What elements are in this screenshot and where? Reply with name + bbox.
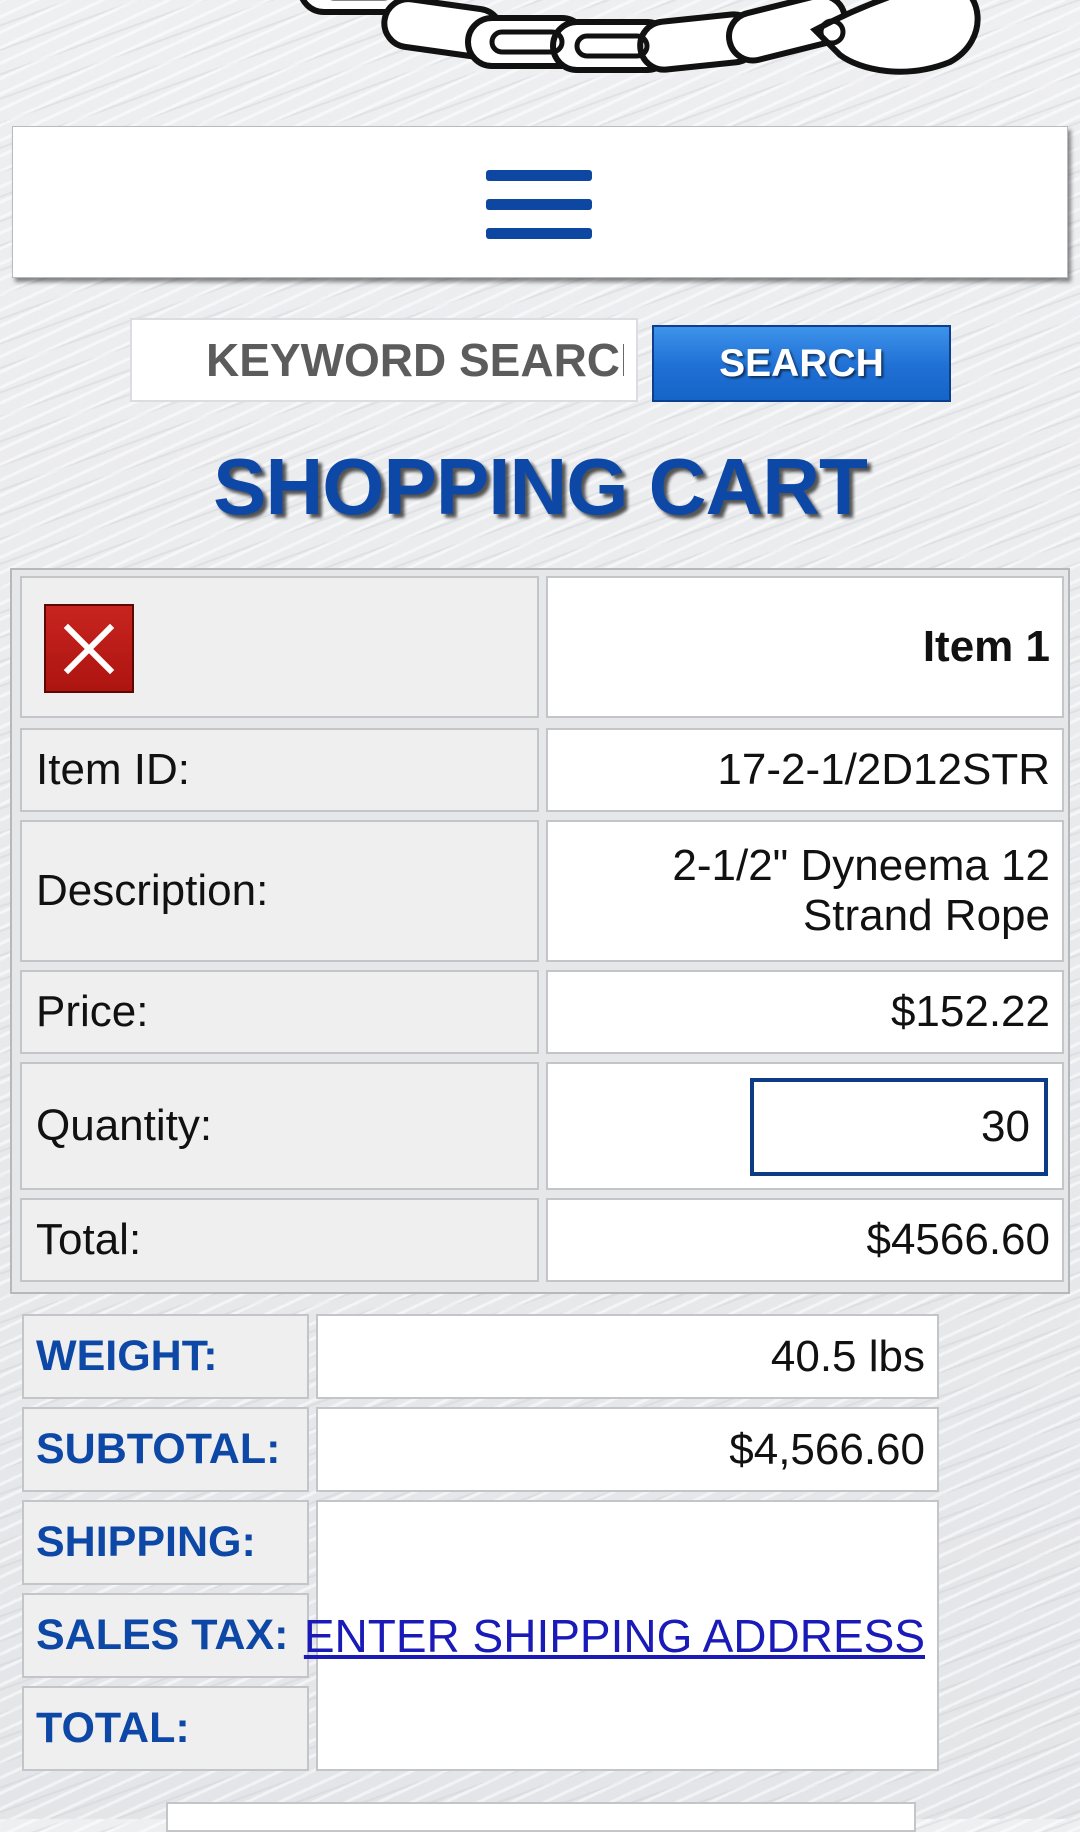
weight-value-cell: 40.5 lbs xyxy=(316,1314,939,1399)
item-heading: Item 1 xyxy=(922,622,1050,671)
remove-cell xyxy=(20,576,539,718)
weight-label: WEIGHT: xyxy=(36,1332,218,1380)
item-total-label-cell: Total: xyxy=(20,1198,539,1282)
hamburger-menu-icon[interactable] xyxy=(486,170,592,240)
shipping-label-cell: SHIPPING: xyxy=(22,1500,309,1585)
description-label: Description: xyxy=(36,866,269,915)
hamburger-line xyxy=(486,228,592,239)
price-label-cell: Price: xyxy=(20,970,539,1054)
item-heading-cell: Item 1 xyxy=(546,576,1064,718)
page-title: SHOPPING CART xyxy=(213,442,868,531)
item-total-label: Total: xyxy=(36,1215,142,1264)
quantity-value-cell xyxy=(546,1062,1064,1190)
chain-and-hook-logo xyxy=(299,0,981,75)
item-id-value: 17-2-1/2D12STR xyxy=(717,745,1050,794)
total-label-cell: TOTAL: xyxy=(22,1686,309,1771)
item-id-value-cell: 17-2-1/2D12STR xyxy=(546,728,1064,812)
subtotal-label: SUBTOTAL: xyxy=(36,1425,281,1473)
sales-tax-label: SALES TAX: xyxy=(36,1611,289,1659)
item-id-label-cell: Item ID: xyxy=(20,728,539,812)
price-value-cell: $152.22 xyxy=(546,970,1064,1054)
enter-shipping-address-link[interactable]: ENTER SHIPPING ADDRESS xyxy=(304,1502,925,1769)
quantity-label-cell: Quantity: xyxy=(20,1062,539,1190)
description-value-cell: 2-1/2" Dyneema 12 Strand Rope xyxy=(546,820,1064,962)
hamburger-line xyxy=(486,199,592,210)
search-button[interactable]: SEARCH xyxy=(652,325,951,402)
remove-item-button[interactable] xyxy=(44,604,134,693)
next-section-box xyxy=(166,1802,916,1832)
item-total-value: $4566.60 xyxy=(866,1215,1050,1264)
subtotal-value-cell: $4,566.60 xyxy=(316,1407,939,1492)
price-value: $152.22 xyxy=(890,987,1050,1036)
subtotal-label-cell: SUBTOTAL: xyxy=(22,1407,309,1492)
subtotal-value: $4,566.60 xyxy=(729,1424,925,1474)
quantity-input[interactable] xyxy=(750,1078,1048,1176)
price-label: Price: xyxy=(36,987,149,1036)
quantity-label: Quantity: xyxy=(36,1101,213,1150)
close-x-icon xyxy=(63,623,115,675)
weight-label-cell: WEIGHT: xyxy=(22,1314,309,1399)
description-label-cell: Description: xyxy=(20,820,539,962)
total-label: TOTAL: xyxy=(36,1704,190,1752)
shipping-label: SHIPPING: xyxy=(36,1518,256,1566)
item-total-value-cell: $4566.60 xyxy=(546,1198,1064,1282)
shipping-address-cell: ENTER SHIPPING ADDRESS xyxy=(304,1500,939,1771)
description-value: 2-1/2" Dyneema 12 Strand Rope xyxy=(672,841,1050,940)
cart-item-table: Item 1 Item ID: 17-2-1/2D12STR Descripti… xyxy=(10,568,1070,1294)
keyword-search-input[interactable] xyxy=(130,318,638,402)
sales-tax-label-cell: SALES TAX: xyxy=(22,1593,309,1678)
hamburger-line xyxy=(486,170,592,181)
item-id-label: Item ID: xyxy=(36,745,191,794)
weight-value: 40.5 lbs xyxy=(770,1331,925,1381)
chain-logo-banner xyxy=(0,0,1080,122)
